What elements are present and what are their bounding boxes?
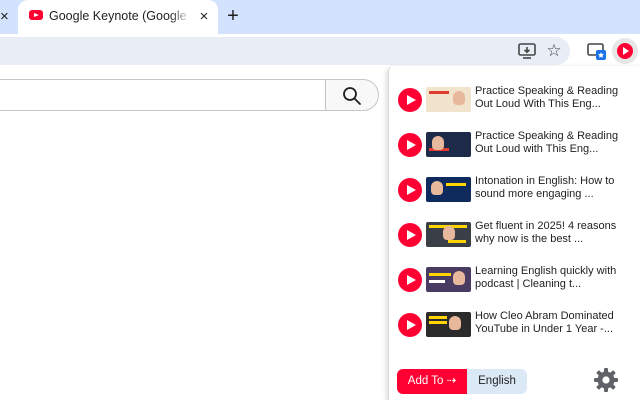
close-icon[interactable]: ×: [0, 8, 12, 26]
play-icon: [617, 43, 633, 59]
youtube-favicon-icon: [29, 10, 43, 20]
youtube-extension-button[interactable]: [612, 38, 638, 64]
bookmark-star-icon[interactable]: ☆: [543, 40, 565, 62]
play-button-icon[interactable]: [398, 178, 422, 202]
video-thumbnail: [426, 222, 471, 247]
video-thumbnail: [426, 87, 471, 112]
tab-strip: × Google Keynote (Google I/O ' × +: [0, 0, 640, 34]
play-button-icon[interactable]: [398, 133, 422, 157]
video-thumbnail: [426, 177, 471, 202]
video-item[interactable]: How Cleo Abram Dominated YouTube in Unde…: [389, 303, 640, 347]
search-button[interactable]: [325, 79, 379, 111]
install-app-icon[interactable]: [516, 40, 538, 62]
video-title: Learning English quickly with podcast | …: [475, 265, 617, 290]
play-button-icon[interactable]: [398, 88, 422, 112]
address-bar[interactable]: [0, 37, 570, 65]
video-title: Practice Speaking & Reading Out Loud wit…: [475, 130, 619, 155]
video-item[interactable]: Practice Speaking & Reading Out Loud wit…: [389, 123, 640, 167]
extension-popup: Practice Speaking & Reading Out Loud Wit…: [388, 66, 640, 400]
video-title: Practice Speaking & Reading Out Loud Wit…: [475, 85, 619, 110]
play-button-icon[interactable]: [398, 313, 422, 337]
video-thumbnail: [426, 267, 471, 292]
video-item[interactable]: Intonation in English: How to sound more…: [389, 168, 640, 212]
video-title: How Cleo Abram Dominated YouTube in Unde…: [475, 310, 614, 335]
video-title: Intonation in English: How to sound more…: [475, 175, 615, 200]
video-item[interactable]: Learning English quickly with podcast | …: [389, 258, 640, 302]
add-to-button[interactable]: Add To ⇢: [397, 369, 467, 394]
tab-title: Google Keynote (Google I/O ': [49, 9, 191, 23]
play-button-icon[interactable]: [398, 223, 422, 247]
tab-google-keynote[interactable]: Google Keynote (Google I/O ' ×: [18, 0, 218, 34]
video-thumbnail: [426, 312, 471, 337]
video-item[interactable]: Practice Speaking & Reading Out Loud Wit…: [389, 78, 640, 122]
tab-close-icon[interactable]: ×: [196, 8, 212, 26]
language-button[interactable]: English: [467, 369, 527, 394]
play-button-icon[interactable]: [398, 268, 422, 292]
video-item[interactable]: Get fluent in 2025! 4 reasons why now is…: [389, 213, 640, 257]
video-title: Get fluent in 2025! 4 reasons why now is…: [475, 220, 617, 245]
new-tab-button[interactable]: +: [222, 6, 244, 28]
video-thumbnail: [426, 132, 471, 157]
extension-screen-icon[interactable]: [586, 40, 608, 62]
search-input[interactable]: [0, 79, 326, 111]
search-icon: [343, 87, 361, 105]
gear-icon[interactable]: [592, 366, 620, 394]
